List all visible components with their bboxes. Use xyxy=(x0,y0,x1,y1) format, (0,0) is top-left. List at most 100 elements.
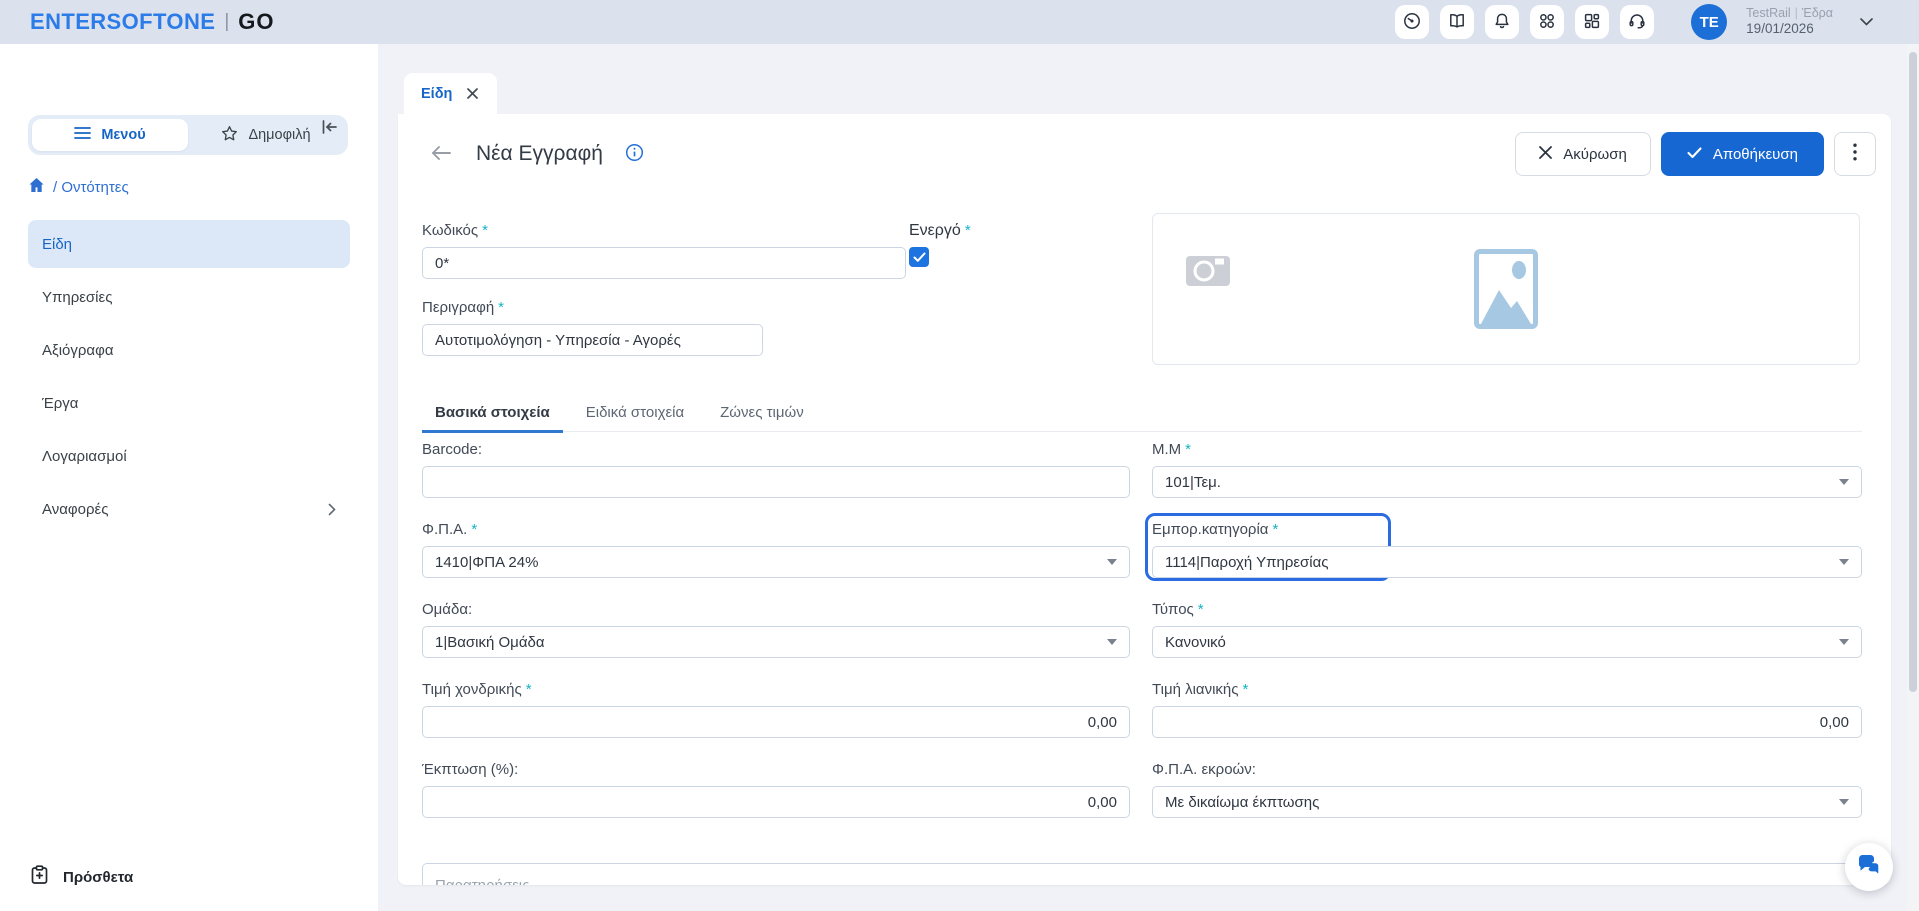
tab-favorites-label: Δημοφιλή xyxy=(248,127,310,143)
dashboard-icon xyxy=(1583,12,1601,33)
caret-down-icon xyxy=(1839,799,1849,805)
user-avatar[interactable]: TE xyxy=(1691,4,1727,40)
app-logo: ENTERSOFTONE | GO xyxy=(0,9,274,35)
open-tab-eidi[interactable]: Είδη xyxy=(404,73,497,114)
active-field-group: Ενεργό* xyxy=(909,222,971,267)
commercial-category-select[interactable] xyxy=(1152,546,1862,578)
breadcrumb-label: / Οντότητες xyxy=(53,179,129,196)
required-marker: * xyxy=(1243,681,1249,699)
code-field-group: Κωδικός* xyxy=(422,222,906,279)
save-label: Αποθήκευση xyxy=(1713,146,1798,163)
output-vat-field-group: Φ.Π.Α. εκροών: xyxy=(1152,761,1862,818)
type-select[interactable] xyxy=(1152,626,1862,658)
required-marker: * xyxy=(1185,441,1191,459)
vat-value xyxy=(423,547,1129,577)
record-header: Νέα Εγγραφή Ακύρωση Αποθήκευση xyxy=(398,114,1891,177)
description-field-group: Περιγραφή* xyxy=(422,299,763,356)
barcode-label: Barcode: xyxy=(422,441,482,459)
group-label: Ομάδα: xyxy=(422,601,472,619)
sidebar-item-label: Αξιόγραφα xyxy=(42,342,114,359)
record-actions: Ακύρωση Αποθήκευση xyxy=(1515,132,1876,176)
gauge-button[interactable] xyxy=(1395,5,1429,39)
active-checkbox[interactable] xyxy=(909,247,929,267)
sidebar-item-logariasmoi[interactable]: Λογαριασμοί xyxy=(28,430,350,483)
retail-price-input[interactable] xyxy=(1152,706,1862,738)
barcode-input[interactable] xyxy=(422,466,1130,498)
sidebar-item-anafores[interactable]: Αναφορές xyxy=(28,483,350,536)
user-menu-chevron[interactable] xyxy=(1860,18,1873,26)
breadcrumb[interactable]: / Οντότητες xyxy=(28,177,378,197)
bell-button[interactable] xyxy=(1485,5,1519,39)
user-org-branch: TestRail|Έδρα xyxy=(1746,6,1833,22)
gauge-icon xyxy=(1403,12,1421,33)
uom-select[interactable] xyxy=(1152,466,1862,498)
group-select[interactable] xyxy=(422,626,1130,658)
chat-fab-button[interactable] xyxy=(1845,843,1893,891)
tab-basic-details[interactable]: Βασικά στοιχεία xyxy=(422,404,563,433)
info-button[interactable] xyxy=(625,143,644,165)
tab-price-zones[interactable]: Ζώνες τιμών xyxy=(707,404,817,433)
description-input[interactable] xyxy=(422,324,763,356)
close-tab-button[interactable] xyxy=(465,86,480,101)
sidebar-item-eidi[interactable]: Είδη xyxy=(28,220,350,268)
caret-down-icon xyxy=(1107,639,1117,645)
uom-value xyxy=(1153,467,1861,497)
page-scrollbar-thumb[interactable] xyxy=(1909,52,1917,692)
logo-divider: | xyxy=(224,11,229,33)
active-label: Ενεργό xyxy=(909,222,961,240)
headset-icon xyxy=(1628,12,1646,33)
dashboard-button[interactable] xyxy=(1575,5,1609,39)
home-icon xyxy=(28,177,45,197)
more-actions-button[interactable] xyxy=(1834,132,1876,176)
wholesale-price-input[interactable] xyxy=(422,706,1130,738)
sidebar-item-erga[interactable]: Έργα xyxy=(28,377,350,430)
identity-section: Κωδικός* Ενεργό* Περιγραφή* xyxy=(422,222,1862,372)
required-marker: * xyxy=(1272,521,1278,539)
save-button[interactable]: Αποθήκευση xyxy=(1661,132,1824,176)
open-tab-label: Είδη xyxy=(421,86,452,102)
support-button[interactable] xyxy=(1620,5,1654,39)
sidebar-item-axiografa[interactable]: Αξιόγραφα xyxy=(28,324,350,377)
collapse-icon xyxy=(320,124,339,139)
app-screen: ENTERSOFTONE | GO TE xyxy=(0,0,1919,911)
user-org: TestRail xyxy=(1746,6,1790,20)
description-label: Περιγραφή xyxy=(422,299,494,317)
discount-input[interactable] xyxy=(422,786,1130,818)
book-button[interactable] xyxy=(1440,5,1474,39)
code-input[interactable] xyxy=(422,247,906,279)
tab-menu[interactable]: Μενού xyxy=(32,119,188,151)
notes-input[interactable] xyxy=(422,863,1862,885)
output-vat-value xyxy=(1153,787,1861,817)
type-field-group: Τύπος* xyxy=(1152,601,1862,658)
arrow-left-icon xyxy=(430,144,452,165)
user-info: TestRail|Έδρα 19/01/2026 xyxy=(1746,6,1833,39)
group-field-group: Ομάδα: xyxy=(422,601,1130,658)
required-marker: * xyxy=(498,299,504,317)
apps-button[interactable] xyxy=(1530,5,1564,39)
sidebar-item-label: Αναφορές xyxy=(42,501,108,518)
sidebar-item-ypiresies[interactable]: Υπηρεσίες xyxy=(28,271,350,324)
output-vat-select[interactable] xyxy=(1152,786,1862,818)
extras-button[interactable]: Πρόσθετα xyxy=(30,865,133,889)
commercial-category-field-group: Εμπορ.κατηγορία* xyxy=(1152,521,1862,578)
page-scrollbar-track[interactable] xyxy=(1907,44,1919,911)
extras-label: Πρόσθετα xyxy=(63,869,133,886)
tab-menu-label: Μενού xyxy=(101,127,145,143)
vat-field-group: Φ.Π.Α.* xyxy=(422,521,1130,578)
chevron-right-icon xyxy=(328,503,336,516)
commercial-category-value xyxy=(1153,547,1861,577)
page-title: Νέα Εγγραφή xyxy=(476,142,603,166)
caret-down-icon xyxy=(1839,479,1849,485)
back-button[interactable] xyxy=(430,144,452,165)
tab-special-details[interactable]: Ειδικά στοιχεία xyxy=(573,404,697,433)
item-image-dropzone[interactable] xyxy=(1152,213,1860,365)
discount-field-group: Έκπτωση (%): xyxy=(422,761,1130,818)
required-marker: * xyxy=(482,222,488,240)
header-actions: TE TestRail|Έδρα 19/01/2026 xyxy=(1395,4,1919,40)
output-vat-label: Φ.Π.Α. εκροών: xyxy=(1152,761,1256,779)
type-value xyxy=(1153,627,1861,657)
collapse-sidebar-button[interactable] xyxy=(320,118,339,139)
vat-select[interactable] xyxy=(422,546,1130,578)
cancel-button[interactable]: Ακύρωση xyxy=(1515,132,1651,176)
barcode-field-group: Barcode: xyxy=(422,441,1130,498)
